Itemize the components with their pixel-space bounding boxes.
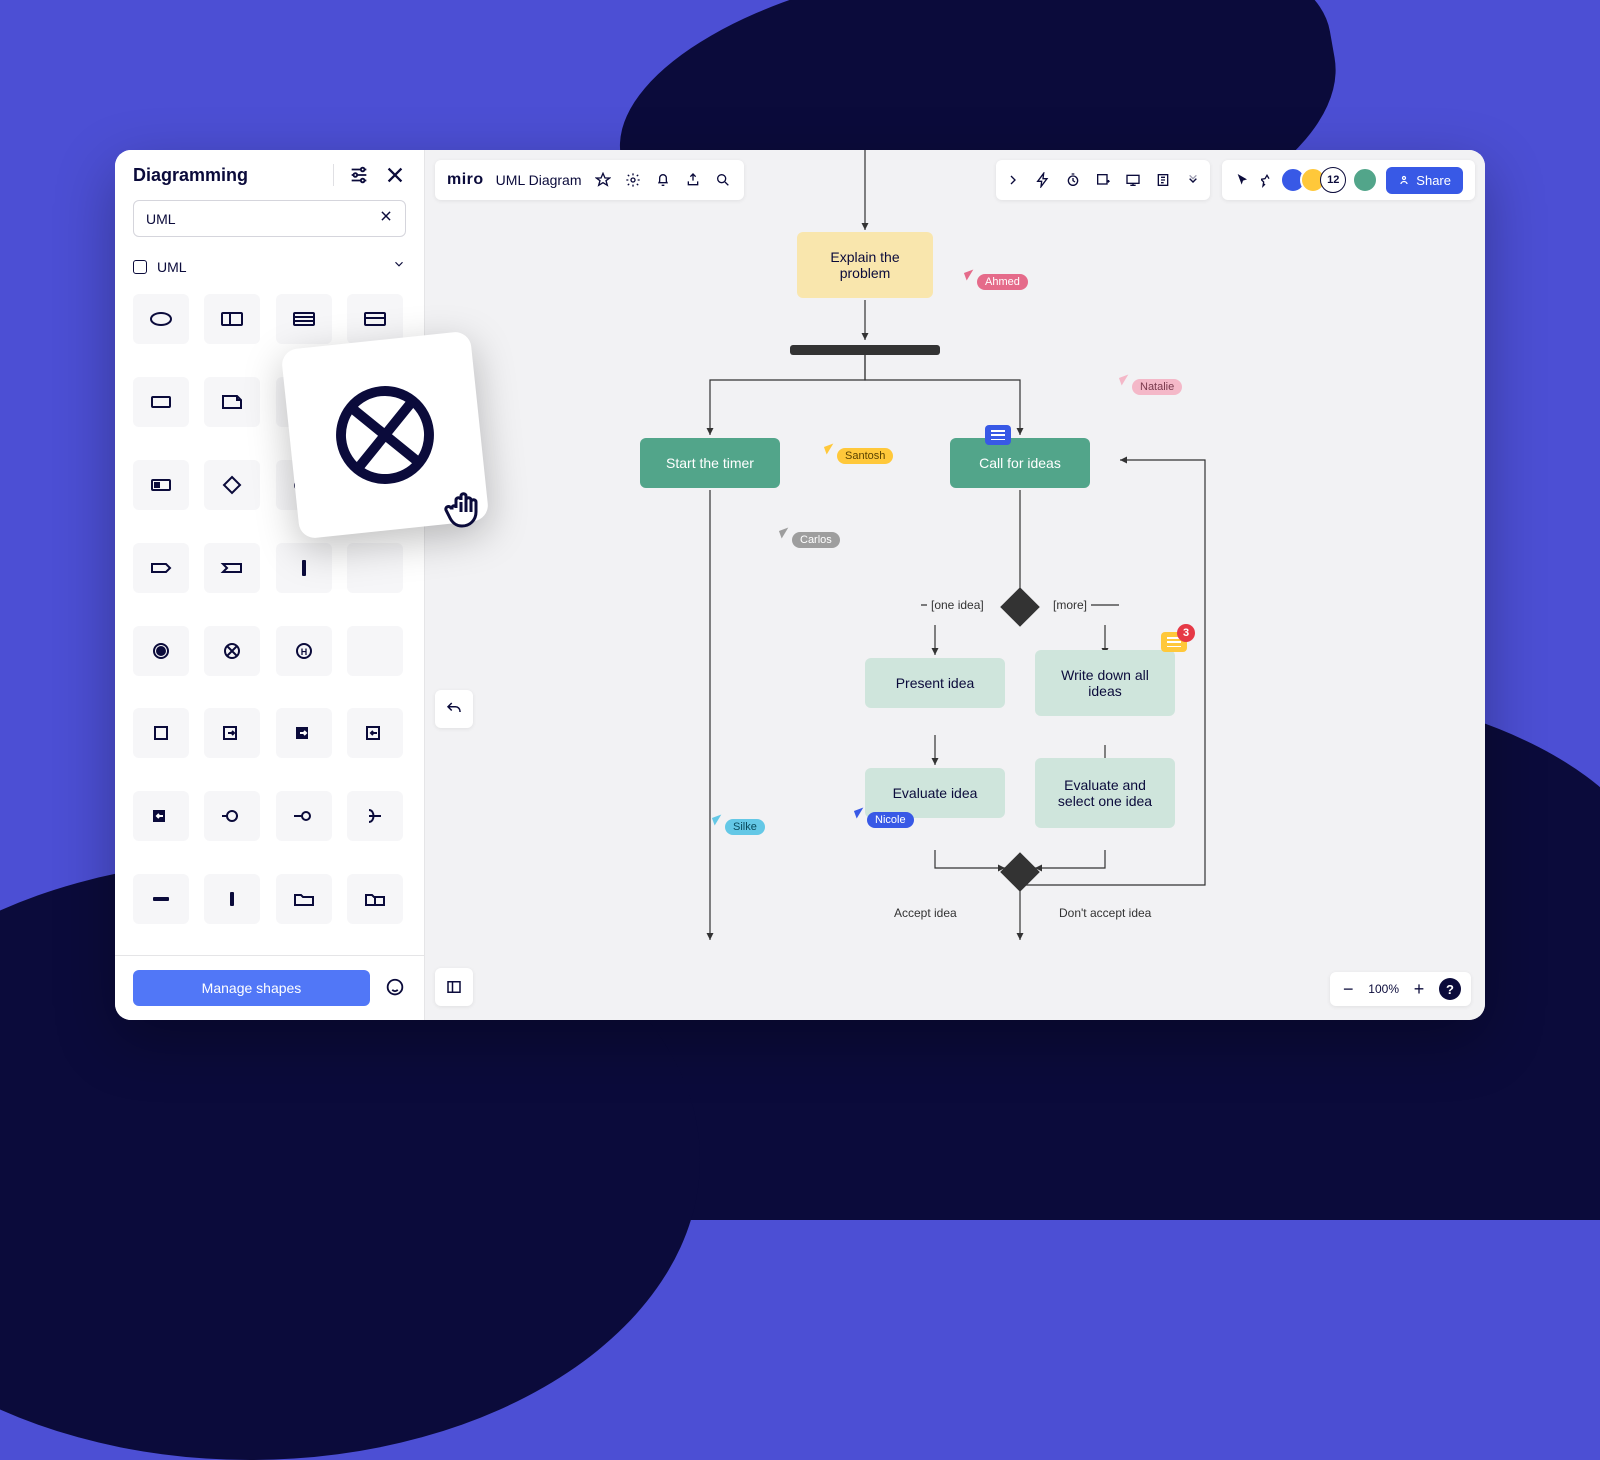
edge-dont-accept: Don't accept idea [1055,906,1155,920]
canvas[interactable]: miro UML Diagram [425,150,1485,1020]
grab-cursor-icon [440,480,500,535]
shape-search-input[interactable] [133,200,406,237]
shape-connector-2[interactable] [276,791,332,841]
category-uml[interactable]: UML [115,249,424,284]
diagram-edges [425,150,1485,1020]
shape-circle-h[interactable]: H [276,626,332,676]
shape-object[interactable] [133,460,189,510]
zoom-value[interactable]: 100% [1368,982,1399,996]
shape-rect[interactable] [133,377,189,427]
manage-shapes-button[interactable]: Manage shapes [133,970,370,1006]
shape-receive-signal[interactable] [204,543,260,593]
svg-text:H: H [300,647,307,657]
node-write-all[interactable]: Write down all ideas [1035,650,1175,716]
shape-split-rect[interactable] [204,294,260,344]
shape-header-rect[interactable] [347,294,403,344]
feedback-icon[interactable] [384,977,406,999]
settings-sliders-icon[interactable] [348,164,370,186]
category-label: UML [157,259,382,275]
zoom-out-button[interactable]: − [1340,979,1356,1000]
checkbox-icon[interactable] [133,260,147,274]
panel-footer: Manage shapes [115,955,424,1020]
cursor-silke: Silke [713,805,765,835]
shape-empty2[interactable] [347,543,403,593]
shape-note[interactable] [204,377,260,427]
shape-arrow-in[interactable] [347,708,403,758]
app-window: Diagramming UML [115,150,1485,1020]
close-icon[interactable] [384,164,406,186]
clear-search-icon[interactable] [379,209,393,228]
shape-empty3[interactable] [347,626,403,676]
cursor-carlos: Carlos [780,518,840,548]
edge-one-idea: [one idea] [927,598,988,612]
cursor-santosh: Santosh [825,434,893,464]
shape-folder[interactable] [276,874,332,924]
cursor-nicole: Nicole [855,798,914,828]
cursor-ahmed: Ahmed [965,260,1028,290]
search-field[interactable] [146,211,379,227]
edge-accept: Accept idea [890,906,961,920]
shape-arrow-in-filled[interactable] [133,791,189,841]
shape-bar-horizontal[interactable] [133,874,189,924]
shape-filled-circle[interactable] [133,626,189,676]
fork-bar[interactable] [790,345,940,355]
shape-square[interactable] [133,708,189,758]
shape-bar-vertical-2[interactable] [204,874,260,924]
node-explain[interactable]: Explain the problem [797,232,933,298]
shapes-panel: Diagramming UML [115,150,425,1020]
shape-arrow-out-filled[interactable] [276,708,332,758]
node-eval-select[interactable]: Evaluate and select one idea [1035,758,1175,828]
comment-indicator[interactable] [985,425,1011,445]
cursor-natalie: Natalie [1120,365,1182,395]
shape-ellipse[interactable] [133,294,189,344]
shape-connector-1[interactable] [204,791,260,841]
node-call-ideas[interactable]: Call for ideas [950,438,1090,488]
zoom-in-button[interactable]: + [1411,979,1427,1000]
node-present[interactable]: Present idea [865,658,1005,708]
node-start-timer[interactable]: Start the timer [640,438,780,488]
shape-bar-vertical[interactable] [276,543,332,593]
shape-lined-rect[interactable] [276,294,332,344]
panel-title: Diagramming [133,165,319,186]
comment-indicator[interactable]: 3 [1161,632,1187,652]
help-button[interactable]: ? [1439,978,1461,1000]
shape-arc[interactable] [347,791,403,841]
edge-more: [more] [1049,598,1091,612]
panel-header: Diagramming [115,150,424,200]
shape-diamond[interactable] [204,460,260,510]
shape-folder-split[interactable] [347,874,403,924]
chevron-down-icon[interactable] [392,257,406,276]
comment-count-badge: 3 [1177,624,1195,642]
shape-send-signal[interactable] [133,543,189,593]
shape-arrow-out[interactable] [204,708,260,758]
shape-circle-x[interactable] [204,626,260,676]
zoom-control: − 100% + ? [1330,972,1471,1006]
